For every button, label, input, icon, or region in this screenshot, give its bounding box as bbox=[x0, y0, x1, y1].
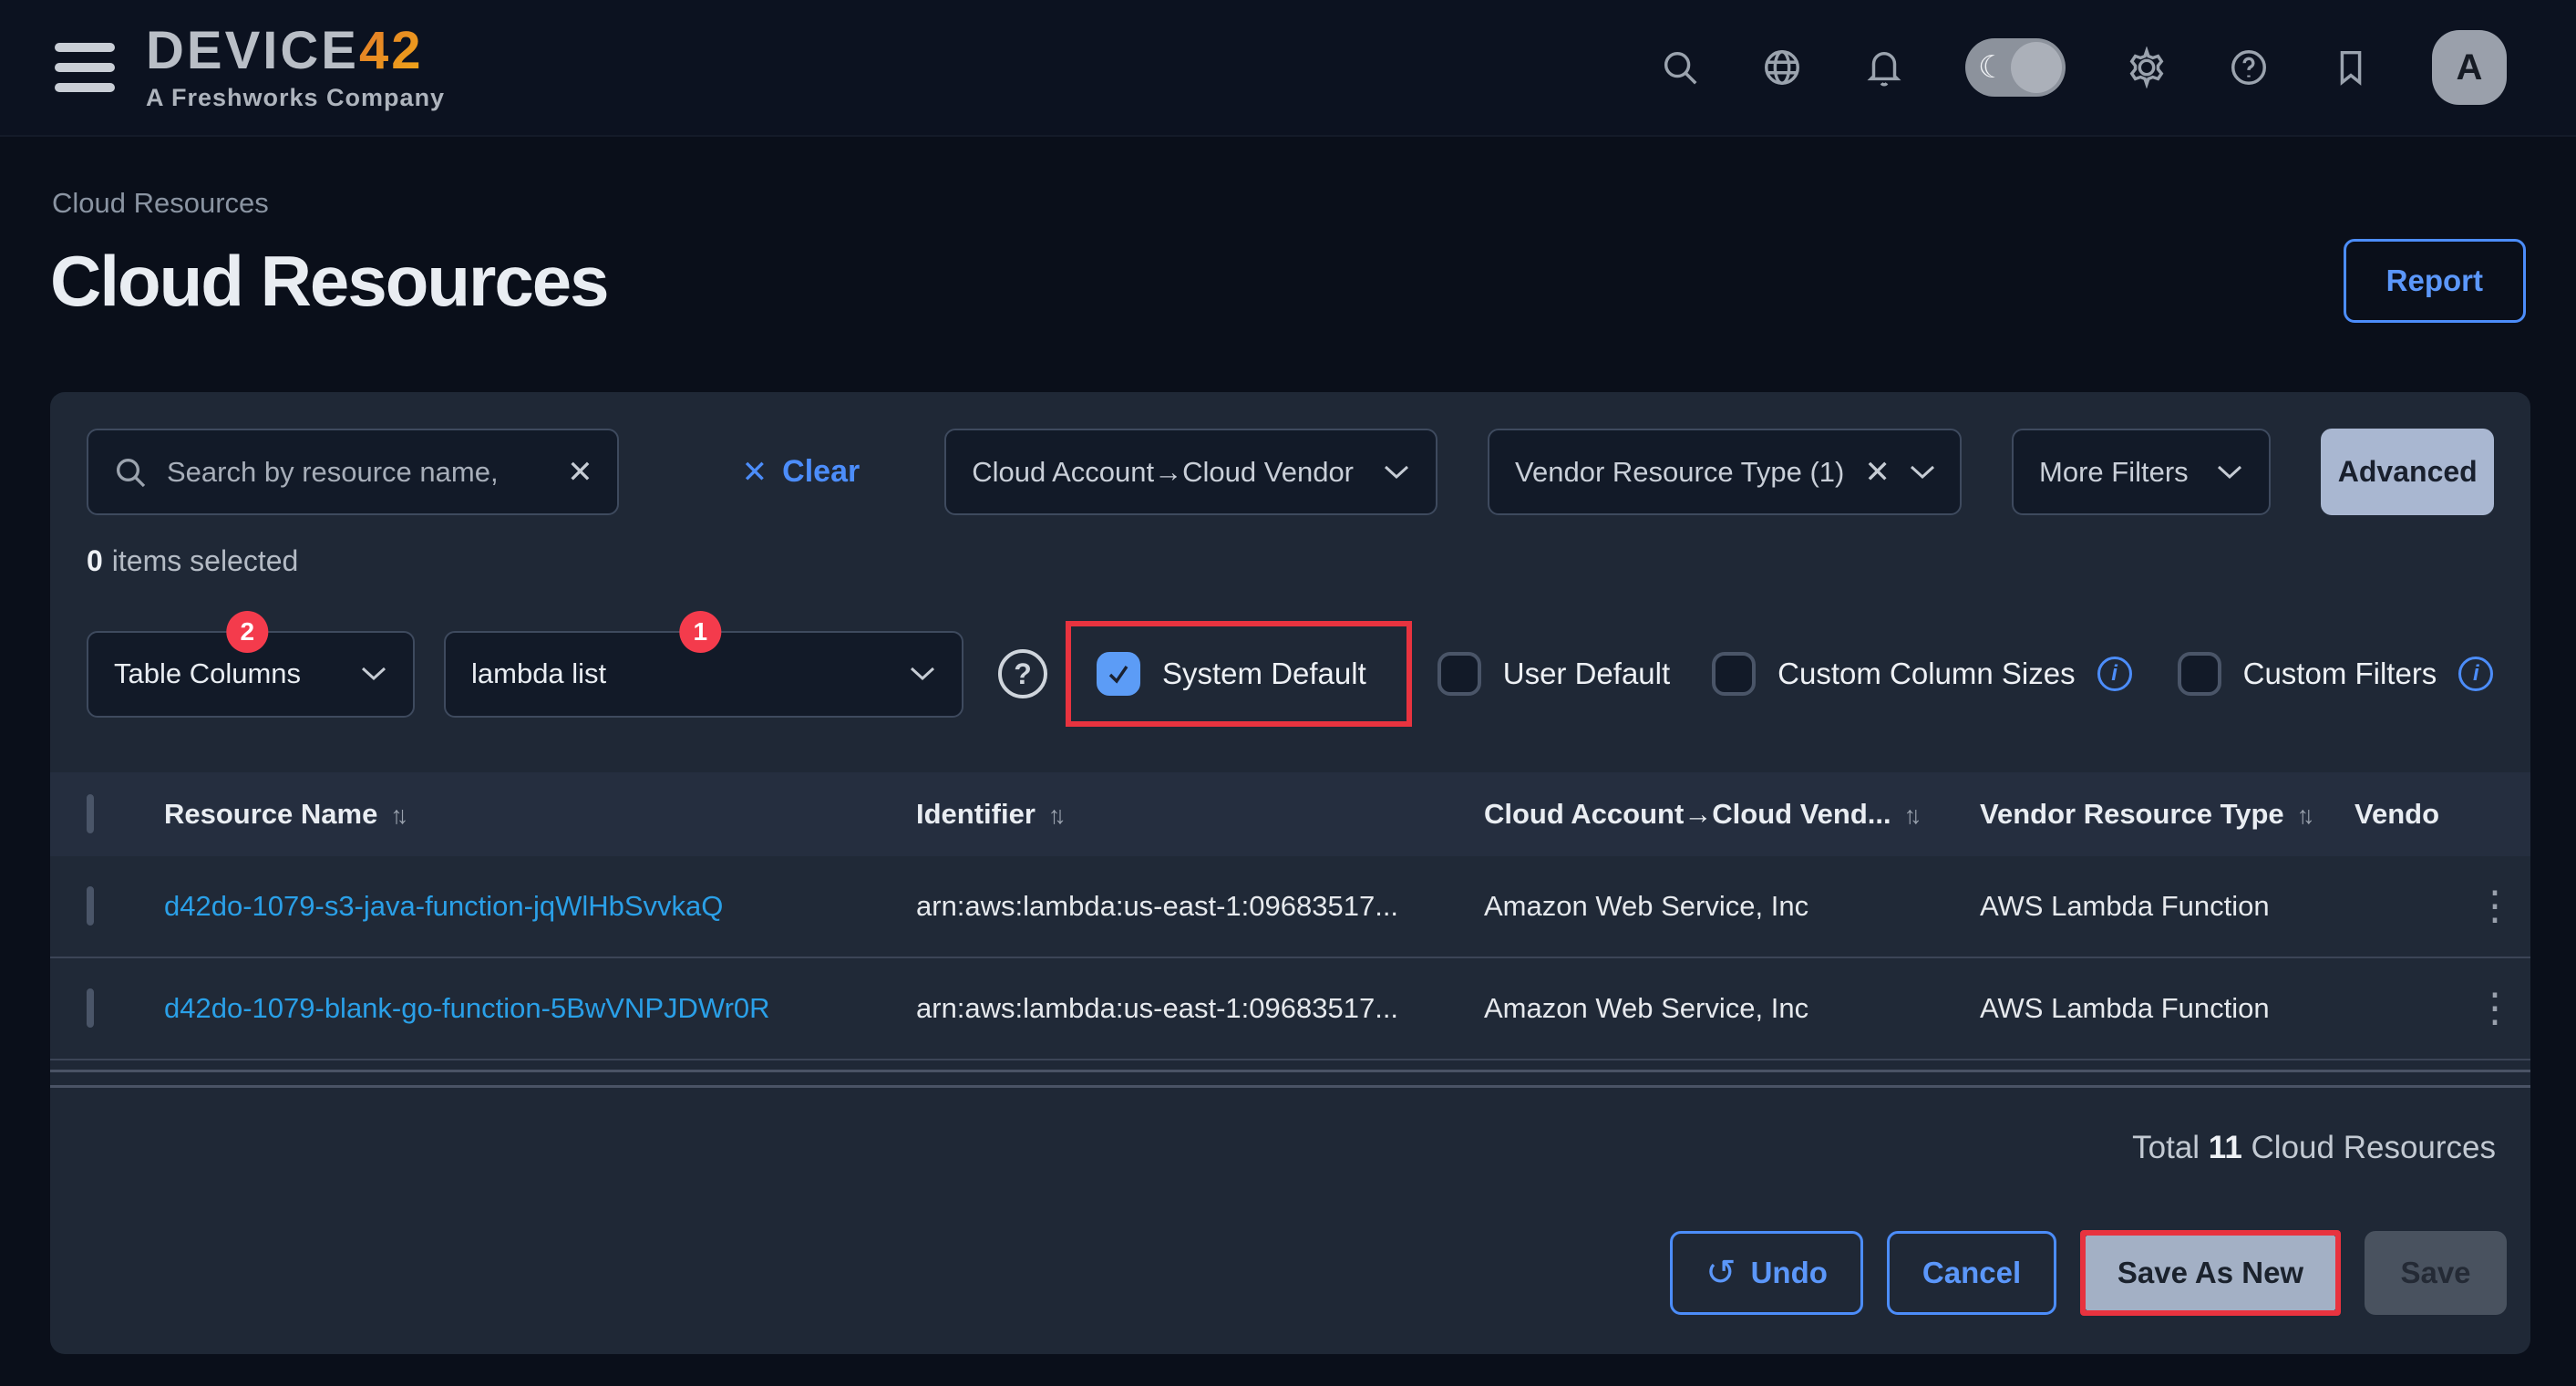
search-icon[interactable] bbox=[1659, 47, 1701, 88]
undo-icon: ↺ bbox=[1705, 1255, 1736, 1291]
top-navigation-bar: DEVICE42 A Freshworks Company ☾ bbox=[0, 0, 2576, 137]
search-icon bbox=[112, 454, 149, 491]
moon-icon: ☾ bbox=[1978, 51, 2005, 84]
row-actions-kebab-icon[interactable]: ⋮ bbox=[2475, 988, 2515, 1029]
clear-label: Clear bbox=[782, 454, 860, 490]
column-header-vendor-resource-type[interactable]: Vendor Resource Type↑↓ bbox=[1980, 798, 2309, 831]
bookmark-icon[interactable] bbox=[2330, 47, 2372, 88]
theme-toggle[interactable]: ☾ bbox=[1965, 38, 2066, 97]
cloud-resources-table: Resource Name↑↓ Identifier↑↓ Cloud Accou… bbox=[50, 772, 2530, 1060]
resource-name-link[interactable]: d42do-1079-blank-go-function-5BwVNPJDWr0… bbox=[164, 992, 770, 1025]
table-row: d42do-1079-s3-java-function-jqWlHbSvvkaQ… bbox=[50, 856, 2530, 958]
column-header-resource-name[interactable]: Resource Name↑↓ bbox=[164, 798, 402, 831]
help-icon[interactable]: ? bbox=[998, 649, 1047, 698]
search-clear-icon[interactable]: ✕ bbox=[567, 457, 593, 488]
action-buttons-row: ↺ Undo Cancel Save As New Save bbox=[50, 1230, 2507, 1316]
clear-filters-link[interactable]: ✕ Clear bbox=[742, 454, 860, 490]
more-filters-dropdown[interactable]: More Filters bbox=[2012, 429, 2271, 515]
remove-filter-icon[interactable]: ✕ bbox=[1864, 457, 1891, 488]
table-columns-badge: 2 bbox=[226, 611, 268, 653]
user-default-checkbox-group[interactable]: User Default bbox=[1437, 652, 1670, 696]
vendor-resource-type-filter-dropdown[interactable]: Vendor Resource Type (1) ✕ bbox=[1488, 429, 1962, 515]
system-default-checkbox[interactable] bbox=[1097, 652, 1140, 696]
clear-x-icon: ✕ bbox=[742, 457, 768, 488]
column-header-cloud-account[interactable]: Cloud Account→Cloud Vend...↑↓ bbox=[1484, 798, 1916, 831]
selected-count: 0 bbox=[87, 544, 103, 577]
resource-name-link[interactable]: d42do-1079-s3-java-function-jqWlHbSvvkaQ bbox=[164, 890, 723, 923]
report-button[interactable]: Report bbox=[2344, 239, 2526, 323]
info-icon[interactable]: i bbox=[2458, 657, 2493, 691]
custom-filters-checkbox-group[interactable]: Custom Filters i bbox=[2178, 652, 2494, 696]
chevron-down-icon bbox=[1383, 464, 1410, 481]
search-input-wrapper: ✕ bbox=[87, 429, 619, 515]
total-resources-status: Total 11 Cloud Resources bbox=[50, 1130, 2496, 1166]
user-default-checkbox[interactable] bbox=[1437, 652, 1481, 696]
undo-button[interactable]: ↺ Undo bbox=[1670, 1231, 1863, 1315]
sort-icon[interactable]: ↑↓ bbox=[1904, 802, 1916, 829]
brand-subtitle: A Freshworks Company bbox=[146, 84, 445, 112]
cloud-account-value: Amazon Web Service, Inc bbox=[1484, 890, 1808, 923]
cloud-account-filter-dropdown[interactable]: Cloud Account→Cloud Vendor bbox=[944, 429, 1437, 515]
globe-icon[interactable] bbox=[1761, 47, 1803, 88]
saved-list-badge: 1 bbox=[679, 611, 721, 653]
identifier-value: arn:aws:lambda:us-east-1:09683517... bbox=[916, 992, 1398, 1025]
sort-icon[interactable]: ↑↓ bbox=[2297, 802, 2309, 829]
vendor-resource-type-value: AWS Lambda Function bbox=[1980, 890, 2270, 923]
notifications-bell-icon[interactable] bbox=[1863, 47, 1905, 88]
saved-list-dropdown[interactable]: 1 lambda list bbox=[444, 631, 963, 718]
table-controls-row: 2 Table Columns 1 lambda list ? System D… bbox=[87, 619, 2494, 729]
save-as-new-button[interactable]: Save As New bbox=[2086, 1236, 2335, 1310]
row-checkbox[interactable] bbox=[87, 988, 94, 1028]
chevron-down-icon bbox=[1909, 464, 1936, 481]
save-button[interactable]: Save bbox=[2365, 1231, 2507, 1315]
column-header-identifier[interactable]: Identifier↑↓ bbox=[916, 798, 1060, 831]
custom-column-sizes-checkbox-group[interactable]: Custom Column Sizes i bbox=[1712, 652, 2131, 696]
breadcrumb[interactable]: Cloud Resources bbox=[52, 187, 269, 220]
hamburger-menu-icon[interactable] bbox=[55, 43, 115, 92]
custom-filters-checkbox[interactable] bbox=[2178, 652, 2221, 696]
sort-icon[interactable]: ↑↓ bbox=[390, 802, 402, 829]
system-default-checkbox-group[interactable]: System Default bbox=[1066, 621, 1412, 727]
save-as-new-highlight: Save As New bbox=[2080, 1230, 2341, 1316]
chevron-down-icon bbox=[909, 666, 936, 682]
cloud-account-value: Amazon Web Service, Inc bbox=[1484, 992, 1808, 1025]
info-icon[interactable]: i bbox=[2097, 657, 2132, 691]
total-count: 11 bbox=[2209, 1130, 2242, 1165]
advanced-button[interactable]: Advanced bbox=[2321, 429, 2494, 515]
table-scrollbar-divider[interactable] bbox=[50, 1070, 2530, 1088]
help-icon[interactable] bbox=[2228, 47, 2270, 88]
sort-icon[interactable]: ↑↓ bbox=[1048, 802, 1060, 829]
checkmark-icon bbox=[1105, 660, 1132, 688]
table-columns-dropdown[interactable]: 2 Table Columns bbox=[87, 631, 415, 718]
table-row: d42do-1079-blank-go-function-5BwVNPJDWr0… bbox=[50, 958, 2530, 1060]
row-actions-kebab-icon[interactable]: ⋮ bbox=[2475, 886, 2515, 926]
chevron-down-icon bbox=[2216, 464, 2243, 481]
custom-column-sizes-checkbox[interactable] bbox=[1712, 652, 1756, 696]
identifier-value: arn:aws:lambda:us-east-1:09683517... bbox=[916, 890, 1398, 923]
cloud-resources-panel: ✕ ✕ Clear Cloud Account→Cloud Vendor Ven… bbox=[50, 392, 2530, 1354]
table-header-row: Resource Name↑↓ Identifier↑↓ Cloud Accou… bbox=[50, 772, 2530, 856]
search-input[interactable] bbox=[167, 456, 549, 489]
select-all-checkbox[interactable] bbox=[87, 794, 94, 833]
filters-row: ✕ ✕ Clear Cloud Account→Cloud Vendor Ven… bbox=[87, 429, 2494, 515]
chevron-down-icon bbox=[360, 666, 387, 682]
title-row: Cloud Resources Report bbox=[50, 239, 2526, 323]
column-header-vendor-truncated: Vendo bbox=[2354, 798, 2439, 831]
topbar-actions: ☾ A bbox=[1659, 30, 2507, 105]
row-checkbox[interactable] bbox=[87, 886, 94, 926]
toggle-knob bbox=[2011, 42, 2062, 93]
cloud-resources-page: DEVICE42 A Freshworks Company ☾ bbox=[0, 0, 2576, 1386]
brand-logo: DEVICE42 A Freshworks Company bbox=[146, 24, 445, 112]
user-avatar[interactable]: A bbox=[2432, 30, 2507, 105]
brand-name: DEVICE42 bbox=[146, 24, 445, 78]
cancel-button[interactable]: Cancel bbox=[1887, 1231, 2056, 1315]
items-selected-status: 0items selected bbox=[87, 544, 2494, 578]
page-title: Cloud Resources bbox=[50, 240, 607, 323]
vendor-resource-type-value: AWS Lambda Function bbox=[1980, 992, 2270, 1025]
settings-gear-icon[interactable] bbox=[2126, 47, 2168, 88]
